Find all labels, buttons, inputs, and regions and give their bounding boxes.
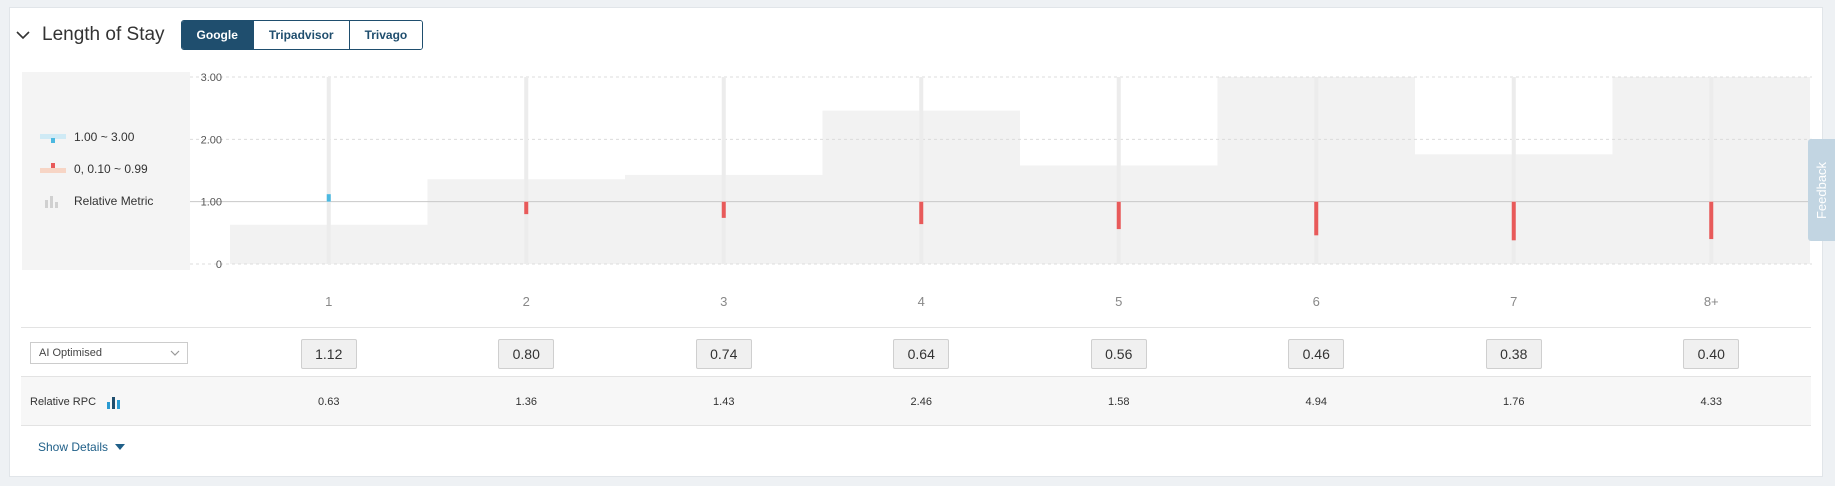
chevron-down-icon[interactable]: [14, 26, 32, 44]
legend-item-above: 1.00 ~ 3.00: [40, 130, 134, 144]
modifier-value-box[interactable]: 0.64: [893, 339, 950, 369]
chart-legend: 1.00 ~ 3.00 0, 0.10 ~ 0.99 Relative Metr…: [22, 72, 190, 270]
feedback-tab[interactable]: Feedback: [1808, 139, 1835, 241]
relative-rpc-value: 1.58: [1108, 396, 1130, 408]
legend-label-relative: Relative Metric: [74, 194, 154, 208]
show-details-toggle[interactable]: Show Details: [38, 440, 126, 454]
strategy-select-value: AI Optimised: [39, 347, 102, 359]
caret-down-icon: [115, 444, 126, 450]
show-details-label: Show Details: [38, 440, 109, 454]
legend-item-below: 0, 0.10 ~ 0.99: [40, 162, 148, 176]
modifier-value-box[interactable]: 0.46: [1288, 339, 1345, 369]
tab-google[interactable]: Google: [181, 21, 254, 49]
panel-header: Length of Stay Google Tripadvisor Trivag…: [14, 20, 424, 50]
channel-tabs: Google Tripadvisor Trivago: [180, 20, 424, 50]
bar-chart-icon: [45, 196, 58, 208]
relative-rpc-label: Relative RPC: [30, 396, 97, 408]
modifier-value-box[interactable]: 0.40: [1683, 339, 1740, 369]
relative-rpc-value: 1.76: [1503, 396, 1525, 408]
legend-item-relative: Relative Metric: [40, 194, 153, 208]
modifier-value-box[interactable]: 0.38: [1485, 339, 1542, 369]
relative-rpc-row: Relative RPC 0.63 1.36 1.43 2.46 1.58 4.94 1.7…: [21, 376, 1811, 426]
blue-range-swatch-icon: [40, 130, 66, 144]
relative-rpc-value: 1.43: [713, 396, 735, 408]
modifier-value-box[interactable]: 0.80: [498, 339, 555, 369]
chevron-down-icon: [170, 350, 180, 356]
modifier-value-box[interactable]: 0.74: [695, 339, 752, 369]
modifier-value-box[interactable]: 1.12: [300, 339, 357, 369]
legend-label-above: 1.00 ~ 3.00: [74, 130, 135, 144]
relative-rpc-value: 0.63: [318, 396, 340, 408]
relative-rpc-value: 4.94: [1305, 396, 1327, 408]
feedback-label: Feedback: [1814, 161, 1829, 219]
red-range-swatch-icon: [40, 162, 66, 176]
tab-tripadvisor[interactable]: Tripadvisor: [253, 21, 350, 49]
relative-rpc-value: 1.36: [515, 396, 537, 408]
modifier-value-box[interactable]: 0.56: [1090, 339, 1147, 369]
relative-rpc-value: 2.46: [910, 396, 932, 408]
relative-rpc-value: 4.33: [1700, 396, 1722, 408]
panel-title: Length of Stay: [42, 24, 165, 45]
tab-trivago[interactable]: Trivago: [349, 21, 423, 49]
legend-label-below: 0, 0.10 ~ 0.99: [74, 162, 148, 176]
relative-rpc-label-wrap: Relative RPC: [30, 395, 122, 409]
bid-modifier-row: AI Optimised 1.12 0.80 0.74 0.64 0.56 0.46 0.3…: [21, 327, 1811, 377]
strategy-select[interactable]: AI Optimised: [30, 342, 188, 364]
bar-chart-icon[interactable]: [106, 395, 122, 409]
